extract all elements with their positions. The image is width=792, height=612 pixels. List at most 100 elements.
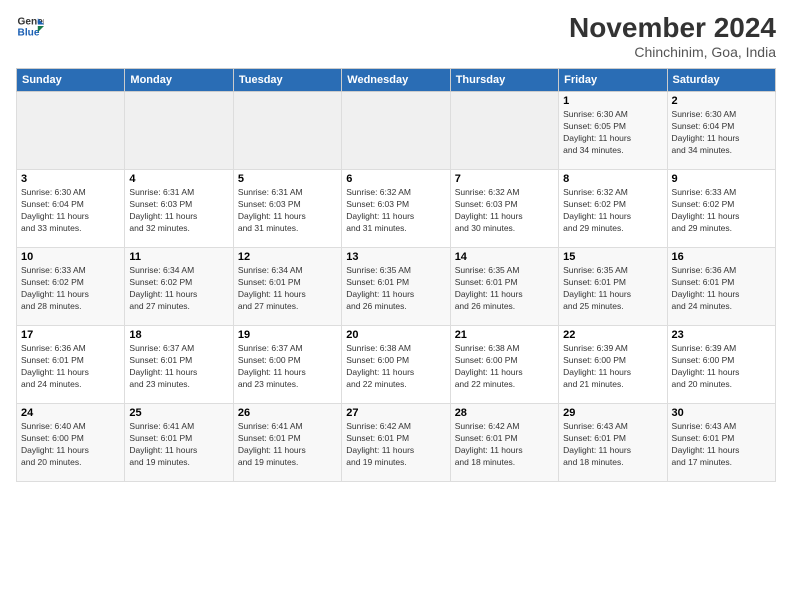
calendar-cell <box>450 92 558 170</box>
day-info: Sunrise: 6:43 AMSunset: 6:01 PMDaylight:… <box>672 421 771 469</box>
day-number: 19 <box>238 329 337 341</box>
day-info: Sunrise: 6:39 AMSunset: 6:00 PMDaylight:… <box>563 343 662 391</box>
calendar-cell: 8 Sunrise: 6:32 AMSunset: 6:02 PMDaylight… <box>559 170 667 248</box>
subtitle: Chinchinim, Goa, India <box>569 44 776 60</box>
calendar-cell: 11 Sunrise: 6:34 AMSunset: 6:02 PMDayligh… <box>125 248 233 326</box>
day-number: 28 <box>455 407 554 419</box>
day-info: Sunrise: 6:30 AMSunset: 6:04 PMDaylight:… <box>21 187 120 235</box>
day-number: 5 <box>238 173 337 185</box>
day-number: 14 <box>455 251 554 263</box>
day-number: 11 <box>129 251 228 263</box>
day-number: 10 <box>21 251 120 263</box>
day-number: 29 <box>563 407 662 419</box>
calendar-cell: 7 Sunrise: 6:32 AMSunset: 6:03 PMDaylight… <box>450 170 558 248</box>
weekday-header: Saturday <box>667 69 775 92</box>
day-number: 26 <box>238 407 337 419</box>
calendar-cell: 13 Sunrise: 6:35 AMSunset: 6:01 PMDayligh… <box>342 248 450 326</box>
calendar-cell: 12 Sunrise: 6:34 AMSunset: 6:01 PMDayligh… <box>233 248 341 326</box>
calendar-cell: 24 Sunrise: 6:40 AMSunset: 6:00 PMDayligh… <box>17 404 125 482</box>
day-info: Sunrise: 6:41 AMSunset: 6:01 PMDaylight:… <box>129 421 228 469</box>
page: General Blue November 2024 Chinchinim, G… <box>0 0 792 612</box>
logo-icon: General Blue <box>16 12 44 40</box>
day-info: Sunrise: 6:42 AMSunset: 6:01 PMDaylight:… <box>455 421 554 469</box>
day-number: 9 <box>672 173 771 185</box>
day-number: 20 <box>346 329 445 341</box>
day-info: Sunrise: 6:42 AMSunset: 6:01 PMDaylight:… <box>346 421 445 469</box>
calendar-cell: 14 Sunrise: 6:35 AMSunset: 6:01 PMDayligh… <box>450 248 558 326</box>
day-info: Sunrise: 6:35 AMSunset: 6:01 PMDaylight:… <box>563 265 662 313</box>
day-number: 27 <box>346 407 445 419</box>
day-info: Sunrise: 6:32 AMSunset: 6:03 PMDaylight:… <box>455 187 554 235</box>
day-info: Sunrise: 6:38 AMSunset: 6:00 PMDaylight:… <box>455 343 554 391</box>
day-number: 12 <box>238 251 337 263</box>
day-number: 1 <box>563 95 662 107</box>
calendar-cell: 19Sunrise: 6:37 AMSunset: 6:00 PMDayligh… <box>233 326 341 404</box>
title-area: November 2024 Chinchinim, Goa, India <box>569 12 776 60</box>
calendar-cell <box>125 92 233 170</box>
weekday-header: Thursday <box>450 69 558 92</box>
day-number: 8 <box>563 173 662 185</box>
calendar-cell: 3 Sunrise: 6:30 AMSunset: 6:04 PMDaylight… <box>17 170 125 248</box>
calendar-cell: 10 Sunrise: 6:33 AMSunset: 6:02 PMDayligh… <box>17 248 125 326</box>
calendar-cell: 9 Sunrise: 6:33 AMSunset: 6:02 PMDaylight… <box>667 170 775 248</box>
day-info: Sunrise: 6:33 AMSunset: 6:02 PMDaylight:… <box>672 187 771 235</box>
day-info: Sunrise: 6:31 AMSunset: 6:03 PMDaylight:… <box>238 187 337 235</box>
weekday-header: Friday <box>559 69 667 92</box>
day-number: 24 <box>21 407 120 419</box>
day-info: Sunrise: 6:35 AMSunset: 6:01 PMDaylight:… <box>346 265 445 313</box>
day-info: Sunrise: 6:41 AMSunset: 6:01 PMDaylight:… <box>238 421 337 469</box>
day-info: Sunrise: 6:30 AMSunset: 6:05 PMDaylight:… <box>563 109 662 157</box>
calendar-cell: 25 Sunrise: 6:41 AMSunset: 6:01 PMDayligh… <box>125 404 233 482</box>
calendar-cell: 5 Sunrise: 6:31 AMSunset: 6:03 PMDaylight… <box>233 170 341 248</box>
day-info: Sunrise: 6:31 AMSunset: 6:03 PMDaylight:… <box>129 187 228 235</box>
day-number: 18 <box>129 329 228 341</box>
day-info: Sunrise: 6:34 AMSunset: 6:02 PMDaylight:… <box>129 265 228 313</box>
day-number: 21 <box>455 329 554 341</box>
day-number: 2 <box>672 95 771 107</box>
day-number: 30 <box>672 407 771 419</box>
calendar-cell: 29 Sunrise: 6:43 AMSunset: 6:01 PMDayligh… <box>559 404 667 482</box>
day-info: Sunrise: 6:36 AMSunset: 6:01 PMDaylight:… <box>21 343 120 391</box>
day-info: Sunrise: 6:40 AMSunset: 6:00 PMDaylight:… <box>21 421 120 469</box>
calendar-cell: 21 Sunrise: 6:38 AMSunset: 6:00 PMDayligh… <box>450 326 558 404</box>
day-number: 22 <box>563 329 662 341</box>
day-number: 4 <box>129 173 228 185</box>
svg-text:Blue: Blue <box>18 27 40 38</box>
day-info: Sunrise: 6:43 AMSunset: 6:01 PMDaylight:… <box>563 421 662 469</box>
header: General Blue November 2024 Chinchinim, G… <box>16 12 776 60</box>
calendar-cell <box>233 92 341 170</box>
logo: General Blue <box>16 12 44 40</box>
calendar: SundayMondayTuesdayWednesdayThursdayFrid… <box>16 68 776 482</box>
weekday-header: Monday <box>125 69 233 92</box>
calendar-cell: 26 Sunrise: 6:41 AMSunset: 6:01 PMDayligh… <box>233 404 341 482</box>
calendar-cell: 27 Sunrise: 6:42 AMSunset: 6:01 PMDayligh… <box>342 404 450 482</box>
day-number: 3 <box>21 173 120 185</box>
calendar-cell: 18Sunrise: 6:37 AMSunset: 6:01 PMDayligh… <box>125 326 233 404</box>
day-info: Sunrise: 6:34 AMSunset: 6:01 PMDaylight:… <box>238 265 337 313</box>
calendar-cell: 20 Sunrise: 6:38 AMSunset: 6:00 PMDayligh… <box>342 326 450 404</box>
calendar-cell: 2 Sunrise: 6:30 AMSunset: 6:04 PMDaylight… <box>667 92 775 170</box>
weekday-header: Wednesday <box>342 69 450 92</box>
day-number: 7 <box>455 173 554 185</box>
day-number: 25 <box>129 407 228 419</box>
calendar-cell <box>17 92 125 170</box>
day-number: 13 <box>346 251 445 263</box>
day-info: Sunrise: 6:30 AMSunset: 6:04 PMDaylight:… <box>672 109 771 157</box>
weekday-header: Sunday <box>17 69 125 92</box>
day-number: 17 <box>21 329 120 341</box>
day-info: Sunrise: 6:38 AMSunset: 6:00 PMDaylight:… <box>346 343 445 391</box>
weekday-header: Tuesday <box>233 69 341 92</box>
calendar-cell: 15 Sunrise: 6:35 AMSunset: 6:01 PMDayligh… <box>559 248 667 326</box>
calendar-cell: 23Sunrise: 6:39 AMSunset: 6:00 PMDayligh… <box>667 326 775 404</box>
calendar-cell: 22 Sunrise: 6:39 AMSunset: 6:00 PMDayligh… <box>559 326 667 404</box>
calendar-cell: 17 Sunrise: 6:36 AMSunset: 6:01 PMDayligh… <box>17 326 125 404</box>
day-number: 23 <box>672 329 771 341</box>
day-info: Sunrise: 6:33 AMSunset: 6:02 PMDaylight:… <box>21 265 120 313</box>
day-info: Sunrise: 6:32 AMSunset: 6:02 PMDaylight:… <box>563 187 662 235</box>
month-title: November 2024 <box>569 12 776 44</box>
calendar-cell: 30 Sunrise: 6:43 AMSunset: 6:01 PMDayligh… <box>667 404 775 482</box>
day-number: 6 <box>346 173 445 185</box>
day-info: Sunrise: 6:35 AMSunset: 6:01 PMDaylight:… <box>455 265 554 313</box>
day-number: 15 <box>563 251 662 263</box>
calendar-cell <box>342 92 450 170</box>
